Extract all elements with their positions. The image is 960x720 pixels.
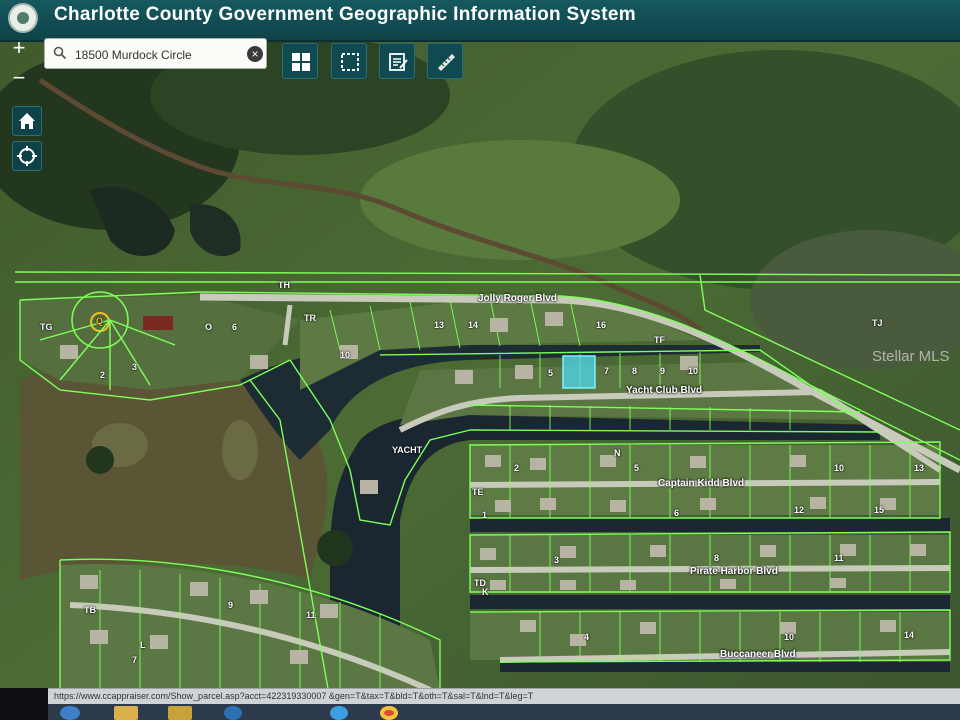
street-label-yacht-club: Yacht Club Blvd [626, 385, 703, 396]
island [222, 420, 258, 480]
canal [500, 662, 950, 672]
status-url: https://www.ccappraiser.com/Show_parcel.… [54, 691, 534, 701]
measure-button[interactable] [427, 43, 463, 79]
lot-number: 3 [554, 555, 560, 565]
block-label: L [140, 640, 146, 650]
basemap-gallery-button[interactable] [282, 43, 318, 79]
block-label: YACHT [392, 445, 423, 455]
selection-box-icon [341, 53, 359, 71]
block-label: TR [304, 313, 316, 323]
street-label-jolly-roger: Jolly Roger Blvd [478, 293, 557, 304]
app-title: Charlotte County Government Geographic I… [54, 4, 636, 25]
lot-number: 11 [834, 553, 844, 563]
select-button[interactable] [331, 43, 367, 79]
search-icon [53, 46, 67, 60]
map-canvas[interactable] [0, 0, 960, 720]
lot-number: 8 [632, 366, 638, 376]
watermark: Stellar MLS [872, 348, 950, 365]
lot-number: 8 [714, 553, 720, 563]
lot-number: 14 [468, 320, 479, 330]
lot-number: 12 [794, 505, 805, 515]
media-icon[interactable] [168, 706, 192, 720]
hp-icon[interactable] [224, 706, 242, 720]
lot-number: 10 [834, 463, 845, 473]
selected-parcel[interactable] [562, 355, 596, 389]
lot-number: 13 [434, 320, 445, 330]
lot-number: 10 [340, 350, 351, 360]
screen: Jolly Roger Blvd Yacht Club Blvd Captain… [0, 0, 960, 720]
address-search[interactable]: × [44, 38, 267, 69]
county-seal-icon [8, 3, 38, 33]
block-label: TJ [872, 318, 883, 328]
lot-number: 11 [306, 610, 316, 620]
red-roof-lot [143, 316, 173, 330]
lot-number: 5 [634, 463, 640, 473]
grid-icon [292, 53, 310, 71]
zoom-in-button[interactable]: + [8, 37, 30, 60]
internet-explorer-icon[interactable] [330, 706, 348, 720]
notepad-icon [389, 53, 408, 71]
windows-start-icon[interactable] [60, 706, 80, 720]
lot-number: 7 [132, 655, 138, 665]
app-header: Charlotte County Government Geographic I… [0, 0, 960, 42]
street-label-captain-kidd: Captain Kidd Blvd [658, 478, 745, 489]
lot-number: 10 [784, 632, 795, 642]
lot-number: 3 [132, 362, 138, 372]
lot-number: 1 [482, 510, 488, 520]
lot-number: 9 [228, 600, 234, 610]
home-button[interactable] [12, 106, 42, 136]
zoom-out-button[interactable]: − [8, 67, 30, 90]
grass-patch [360, 140, 680, 260]
street-label-pirate-harbor: Pirate Harbor Blvd [690, 566, 778, 577]
lot-number: 7 [604, 366, 610, 376]
block-label: TF [654, 335, 665, 345]
chrome-icon[interactable] [380, 706, 398, 720]
island-trees [86, 446, 114, 474]
clear-search-button[interactable]: × [247, 46, 263, 62]
browser-status-bar: https://www.ccappraiser.com/Show_parcel.… [48, 688, 960, 705]
edit-button[interactable] [379, 43, 415, 79]
lot-number: 2 [514, 463, 520, 473]
block-label: K [482, 587, 489, 597]
block-label: TB [84, 605, 96, 615]
lot-number: 10 [688, 366, 699, 376]
lot-number: 9 [660, 366, 666, 376]
canal [470, 595, 950, 609]
block-label: TH [278, 280, 290, 290]
block-label: N [614, 448, 621, 458]
taskbar [48, 704, 960, 720]
lot-number: 15 [874, 505, 885, 515]
lot-number: 6 [232, 322, 238, 332]
block-label: TG [40, 322, 53, 332]
locate-button[interactable] [12, 141, 42, 171]
monitor-bezel [0, 688, 48, 720]
lot-number: 5 [548, 368, 554, 378]
lot-number: 16 [596, 320, 607, 330]
block-label: TE [472, 487, 484, 497]
lot-number: 14 [904, 630, 915, 640]
search-input[interactable] [73, 44, 242, 66]
block-label: O [205, 322, 213, 332]
lot-number: 2 [100, 370, 106, 380]
lot-number: 6 [674, 508, 680, 518]
home-icon [19, 113, 35, 129]
lot-number: 4 [584, 632, 590, 642]
street-label-buccaneer: Buccaneer Blvd [720, 649, 796, 660]
block-label: Q [96, 316, 104, 326]
crosshair-icon [17, 146, 37, 166]
canal [470, 518, 950, 532]
lot-number: 13 [914, 463, 925, 473]
file-explorer-icon[interactable] [114, 706, 138, 720]
ruler-icon [438, 54, 455, 71]
island-trees [317, 530, 353, 566]
